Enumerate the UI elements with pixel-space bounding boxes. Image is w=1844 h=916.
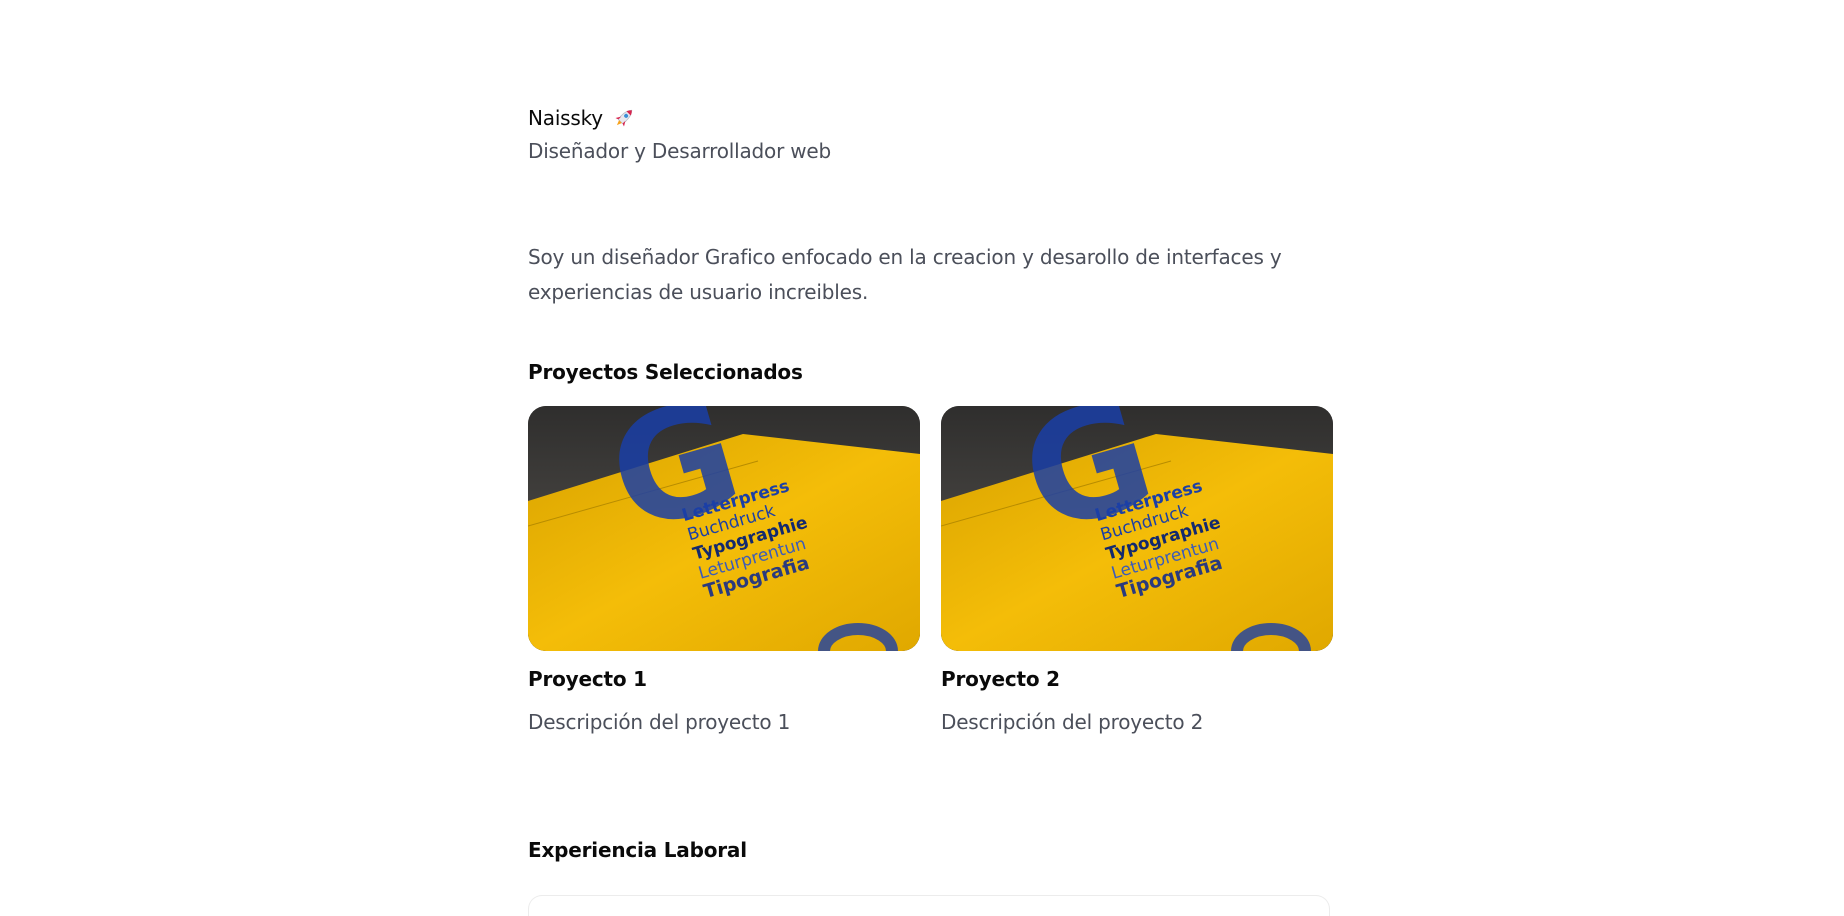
experience-section-title: Experiencia Laboral xyxy=(528,838,747,862)
project-description-1: Descripción del proyecto 1 xyxy=(528,710,791,734)
profile-name: Naissky xyxy=(528,106,603,130)
project-title-1[interactable]: Proyecto 1 xyxy=(528,667,920,691)
projects-section-title: Proyectos Seleccionados xyxy=(528,360,803,384)
project-card-2[interactable]: G Letterpress Buchdruck Typographie Letu… xyxy=(941,406,1333,734)
project-card-1[interactable]: G Letterpress Buchdruck Typographie Letu… xyxy=(528,406,920,734)
project-image-2[interactable]: G Letterpress Buchdruck Typographie Letu… xyxy=(941,406,1333,651)
project-description-2: Descripción del proyecto 2 xyxy=(941,710,1204,734)
profile-role: Diseñador y Desarrollador web xyxy=(528,139,832,163)
projects-grid: G Letterpress Buchdruck Typographie Letu… xyxy=(528,406,1338,734)
project-title-2[interactable]: Proyecto 2 xyxy=(941,667,1333,691)
portfolio-main: Naissky Diseñador y Desarrollador web So… xyxy=(528,103,1338,916)
header-name-row: Naissky xyxy=(528,103,1338,133)
project-image-1[interactable]: G Letterpress Buchdruck Typographie Letu… xyxy=(528,406,920,651)
experience-card xyxy=(528,895,1330,916)
rocket-icon xyxy=(611,105,637,131)
profile-bio: Soy un diseñador Grafico enfocado en la … xyxy=(528,245,1282,304)
